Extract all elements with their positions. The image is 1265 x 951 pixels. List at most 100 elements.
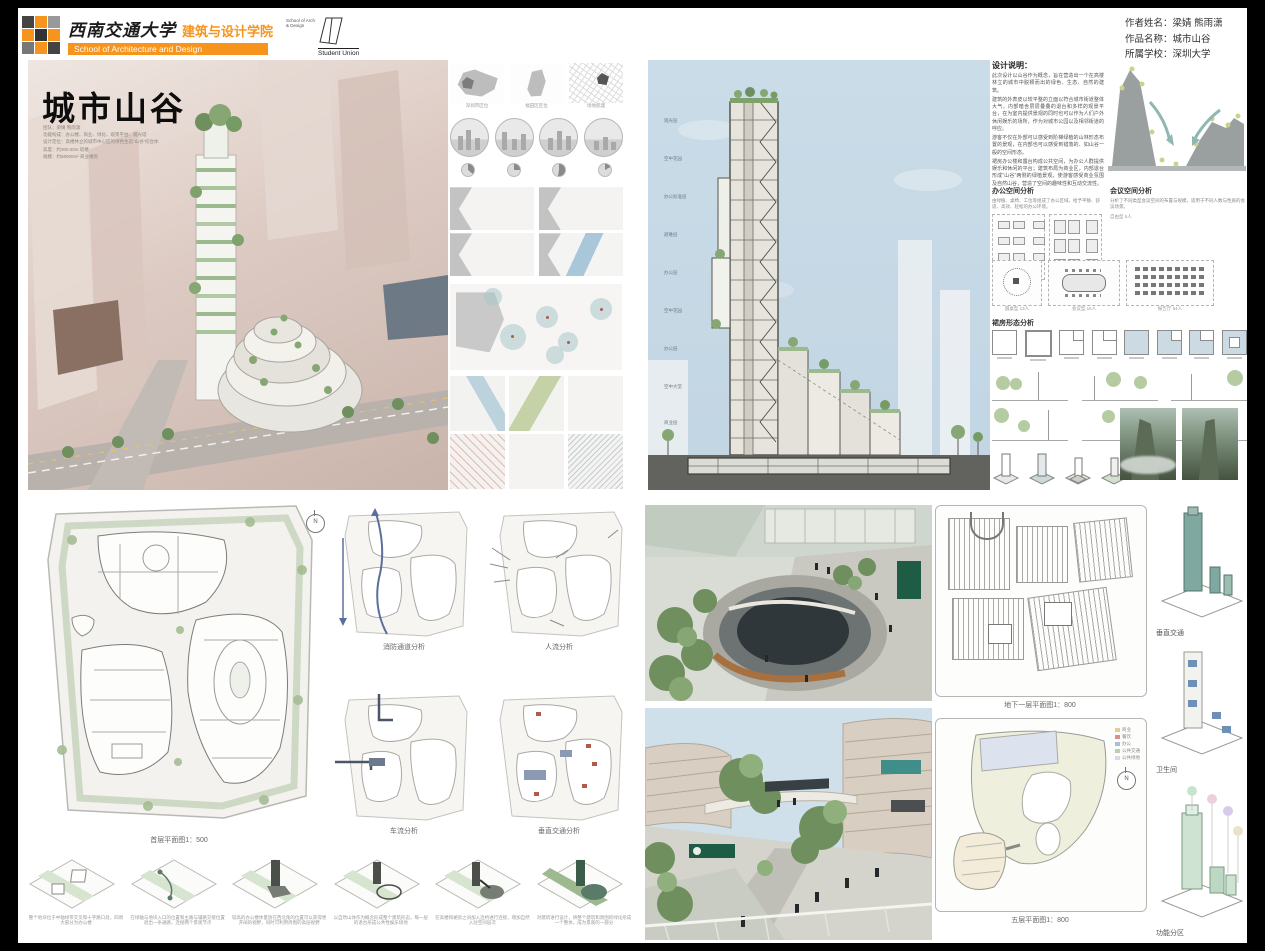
massing-step <box>1157 330 1182 355</box>
streetscape-sketch-row1 <box>992 366 1247 401</box>
analysis-caption: 车流分析 <box>335 826 473 836</box>
ground-floor-plan-drawing <box>28 500 330 830</box>
view-pie-row <box>450 163 623 177</box>
courtyard-aerial-render <box>645 505 932 701</box>
design-description: 设计说明： 此次设计以山谷作为概念，旨在营造出一个在高楼林立的城市中脱颖而出的绿… <box>992 60 1104 190</box>
podium-massing-steps <box>992 330 1247 361</box>
podium-analysis-title-wrap: 裙房形态分析 <box>992 318 1034 330</box>
view-pie-chart <box>507 163 521 177</box>
union-caption: School of Arch & Design <box>286 18 316 28</box>
concept-diagram-row: 整个地块位于中轴绿带交叉和十字路口处，四周大部分为办公楼 在绿轴与地块入口的位置… <box>28 858 632 940</box>
poster-board: 西南交通大学建筑与设计学院 School of Architecture and… <box>18 8 1247 943</box>
plans-column: 地下一层平面图1：800 商业 餐饮 办公 公共交通 公共绿地 N 五层平面图1… <box>935 505 1150 925</box>
office-analysis-note: 由绿植、桌椅、工位等组成了办公区域，给予平静、舒适、高效、轻松的办公环境。 <box>992 198 1102 211</box>
thematic-maps-row2 <box>450 434 623 489</box>
streetscape-sketch <box>1082 366 1158 401</box>
concept-diagram: 以自然山体作为概念形成整个建筑形态，每一层的退台形成公共性娱乐场地 <box>333 858 429 940</box>
massing-step <box>1059 330 1084 355</box>
thematic-map <box>450 376 505 431</box>
massing-icon <box>992 452 1020 486</box>
university-name: 西南交通大学 <box>68 21 176 40</box>
school-logo-block: 西南交通大学建筑与设计学院 School of Architecture and… <box>22 14 322 60</box>
streetscape-sketch <box>992 366 1068 401</box>
water-map <box>539 233 623 276</box>
poster-title: 城市山谷 <box>42 82 186 130</box>
design-description-column: 设计说明： 此次设计以山谷作为概念，旨在营造出一个在高楼林立的城市中脱颖而出的绿… <box>992 60 1247 490</box>
context-maps-row2 <box>450 233 623 276</box>
thematic-maps-row1 <box>450 376 623 431</box>
view-pie-chart <box>461 163 475 177</box>
panorama-photo <box>495 118 534 157</box>
vertical-circulation-axon <box>1154 505 1246 621</box>
axon-label: 卫生间 <box>1156 765 1246 775</box>
map-caption: 福田区区位 <box>510 103 564 108</box>
axon-label: 垂直交通 <box>1156 628 1246 638</box>
axon-label: 功能分区 <box>1156 928 1246 938</box>
massing-icon <box>1064 452 1092 486</box>
circulation-analysis-grid: 消防通道分析 人流分析 <box>335 500 630 868</box>
meeting-analysis-title: 会议空间分析 <box>1110 186 1246 196</box>
lecture-hall-diagram <box>1126 260 1214 306</box>
meeting-room-diagram <box>992 260 1042 306</box>
concept-diagram: 较高的办公楼体量放在西北角的位置可以获得更开阔的视野，同时可利用周围的高层视野 <box>231 858 327 940</box>
panorama-row <box>450 118 623 157</box>
thematic-map <box>509 434 564 489</box>
description-title: 设计说明： <box>992 60 1104 71</box>
union-triangle-icon <box>318 16 346 46</box>
massing-step <box>1189 330 1214 355</box>
map-site-grid <box>569 63 623 103</box>
road-network-map <box>450 187 534 230</box>
department-name: 建筑与设计学院 <box>182 24 273 39</box>
view-pie-chart <box>552 163 566 177</box>
map-district <box>510 63 564 103</box>
school-mosaic-icon <box>22 16 62 56</box>
vertical-circulation-analysis: 垂直交通分析 <box>490 692 628 840</box>
fire-lane-analysis: 消防通道分析 <box>335 508 473 656</box>
thematic-map <box>450 434 505 489</box>
mountain-photo <box>1120 408 1176 480</box>
tower-section-panel: 观光层 空中花园 办公标准层 避难层 办公层 空中花园 办公层 空中大堂 商业层 <box>648 60 990 490</box>
meeting-type-label: 自由型 5人 <box>1110 214 1246 219</box>
massing-step <box>1025 330 1052 357</box>
concept-diagram: 对建筑进行设计，将整个建筑和周围的绿化形成一个整体，成为景观的一部分 <box>536 858 632 940</box>
map-caption: 场地肌理 <box>569 103 623 108</box>
core-box <box>988 624 1012 644</box>
north-arrow-icon: N <box>306 514 325 533</box>
office-analysis-title: 办公空间分析 <box>992 186 1102 196</box>
author-name: 作者姓名：梁婧 熊雨潇 <box>1125 16 1243 32</box>
pedestrian-flow-analysis: 人流分析 <box>490 508 628 656</box>
figure-ground-map <box>539 187 623 230</box>
floor-label: 办公层 <box>664 346 678 352</box>
meeting-analysis-note: 分析了不同类型会议空间的布置与规模，适用于不同人数与性质的会议场景。 <box>1110 198 1246 211</box>
thematic-map <box>509 376 564 431</box>
author-info: 作者姓名：梁婧 熊雨潇 作品名称：城市山谷 所属学校：深圳大学 <box>1125 16 1243 63</box>
floor-label: 商业层 <box>664 420 678 426</box>
fifth-floor-plan: 商业 餐饮 办公 公共交通 公共绿地 N <box>935 718 1147 912</box>
panorama-photo <box>584 118 623 157</box>
concept-caption: 对建筑进行设计，将整个建筑和周围的绿化形成一个整体，成为景观的一部分 <box>536 915 632 926</box>
union-label: Student Union <box>318 48 359 57</box>
axon-diagrams-column: 垂直交通 卫生间 功能分区 <box>1154 505 1246 946</box>
meeting-room-diagram <box>1048 260 1120 306</box>
meeting-space-analysis: 会议空间分析 分析了不同类型会议空间的布置与规模，适用于不同人数与性质的会议场景… <box>1110 186 1246 219</box>
podium-analysis-title: 裙房形态分析 <box>992 318 1034 328</box>
analysis-caption: 消防通道分析 <box>335 642 473 652</box>
view-pie-chart <box>598 163 612 177</box>
massing-step <box>1222 330 1247 355</box>
restrooms-axon <box>1154 646 1246 758</box>
streetscape-sketch <box>1171 366 1247 401</box>
panorama-photo <box>450 118 489 157</box>
poster-subtitle-lines: 团队：梁婧 熊雨潇 功能构成：办公楼、商业、绿化、观景平台、观光塔 设计定位：高… <box>43 124 193 160</box>
concept-diagram: 在高楼和裙房之间加入连桥进行连接，增加自然入驻空间层次 <box>434 858 530 940</box>
student-union-logo: School of Arch & Design Student Union <box>286 16 362 60</box>
concept-diagram: 整个地块位于中轴绿带交叉和十字路口处，四周大部分为办公楼 <box>28 858 124 940</box>
concept-caption: 在绿轴与地块入口的位置和主路与辅路交接位置退出一条通路，连接两个景观节点 <box>130 915 226 926</box>
meeting-diagrams-row: 圆桌型 13人 会议型 16人 报告厅 54人 <box>992 260 1247 311</box>
meeting-type-label: 会议型 16人 <box>1048 306 1120 311</box>
valley-concept-sketch <box>1108 62 1246 180</box>
thematic-map <box>568 376 623 431</box>
massing-step <box>992 330 1017 355</box>
basement-plan <box>935 505 1147 697</box>
tower-section-drawing <box>648 60 990 490</box>
north-arrow-icon: N <box>1117 771 1136 790</box>
